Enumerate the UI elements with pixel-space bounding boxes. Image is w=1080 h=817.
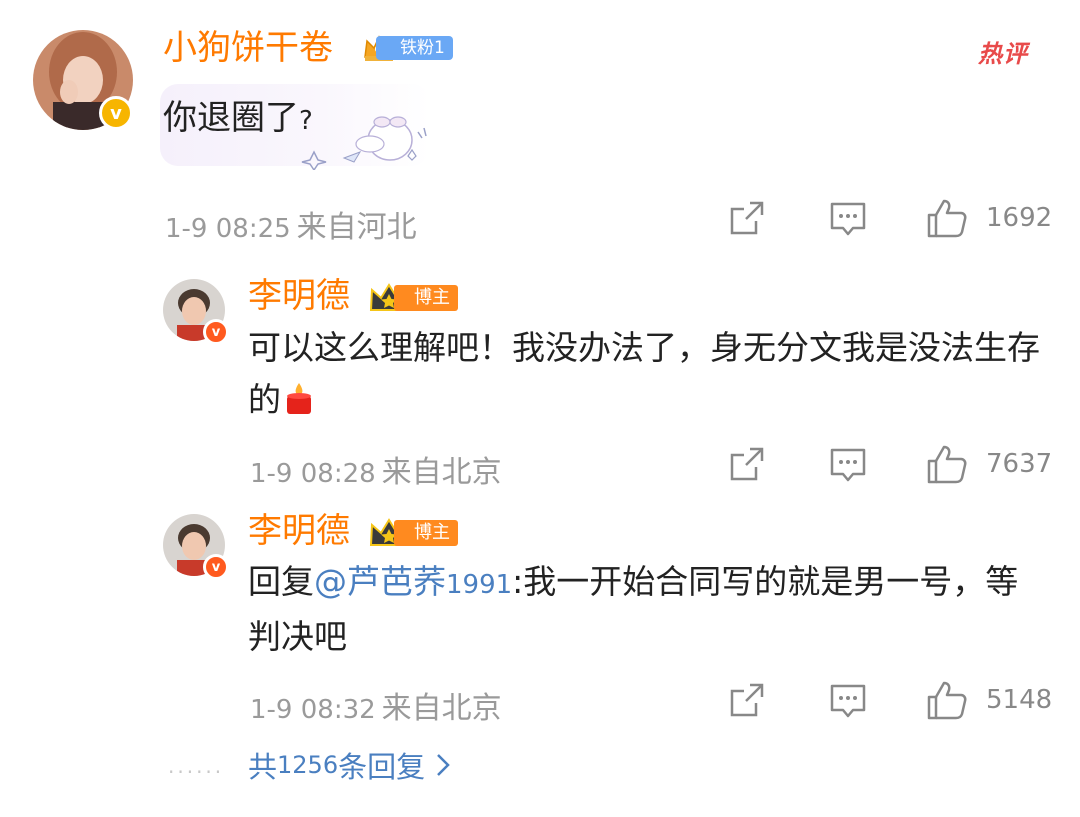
more-replies-divider: ......: [168, 754, 225, 778]
main-comment-like-count: 1692: [986, 203, 1053, 233]
reply-username[interactable]: 李明德: [248, 276, 350, 316]
blogger-badge: 博主: [368, 517, 458, 549]
thumbs-up-icon: [927, 199, 967, 238]
thumbs-up-icon: [927, 681, 967, 720]
reply-location: 来自北京: [381, 455, 502, 490]
share-icon: [730, 447, 764, 481]
blogger-badge-label: 博主: [394, 285, 458, 311]
reply-like-count: 5148: [986, 685, 1053, 715]
main-comment-avatar[interactable]: v: [33, 30, 133, 130]
reply-comment-button[interactable]: [829, 446, 867, 484]
main-comment-like-button[interactable]: 1692: [926, 197, 1052, 239]
more-replies-suffix: 条回复: [338, 750, 426, 784]
reply-share-button[interactable]: [728, 445, 766, 483]
fan-badge-label: 铁粉1: [376, 36, 453, 60]
reply-time: 1-9 08:32: [250, 695, 376, 725]
main-comment-location: 来自河北: [296, 210, 417, 245]
reply-prefix: 回复: [248, 562, 314, 601]
reply-like-button[interactable]: 7637: [926, 443, 1052, 485]
mention-name: @芦芭荞: [314, 562, 446, 601]
reply-like-count: 7637: [986, 449, 1053, 479]
more-replies-link[interactable]: 共 1256 条回复: [248, 744, 451, 786]
reply-meta: 1-9 08:32 来自北京: [250, 683, 502, 727]
reply-share-button[interactable]: [728, 681, 766, 719]
main-comment-share-button[interactable]: [728, 199, 766, 237]
blogger-badge-label: 博主: [394, 520, 458, 546]
more-replies-count: 1256: [277, 751, 339, 779]
verified-badge-icon: v: [203, 319, 229, 345]
reply-location: 来自北京: [381, 691, 502, 726]
main-comment-text-body: 你退圈了: [163, 98, 299, 138]
reply-meta: 1-9 08:28 来自北京: [250, 447, 502, 491]
main-comment-text: 你退圈了?: [163, 92, 313, 147]
reply-text: 回复@芦芭荞1991:我一开始合同写的就是男一号，等判决吧: [248, 556, 1048, 663]
reply-text: 可以这么理解吧！我没办法了，身无分文我是没法生存的: [248, 322, 1058, 426]
verified-badge-icon: v: [99, 96, 133, 130]
comment-icon: [830, 448, 866, 482]
reply-username[interactable]: 李明德: [248, 511, 350, 551]
main-comment-meta: 1-9 08:25 来自河北: [165, 202, 417, 246]
reply-text-body: 可以这么理解吧！我没办法了，身无分文我是没法生存的: [248, 328, 1040, 419]
chevron-right-icon: [437, 754, 450, 776]
candle-emoji-icon: [287, 383, 311, 414]
comment-icon: [830, 684, 866, 718]
share-icon: [730, 683, 764, 717]
mention-link[interactable]: @芦芭荞1991: [314, 562, 512, 601]
mention-number: 1991: [446, 570, 513, 600]
main-comment-username[interactable]: 小狗饼干卷: [163, 28, 333, 68]
comment-icon: [830, 202, 866, 236]
verified-badge-icon: v: [203, 554, 229, 580]
thumbs-up-icon: [927, 445, 967, 484]
share-icon: [730, 201, 764, 235]
reply-time: 1-9 08:28: [250, 459, 376, 489]
reply-avatar[interactable]: v: [163, 514, 229, 580]
main-comment-reply-button[interactable]: [829, 200, 867, 238]
reply-like-button[interactable]: 5148: [926, 679, 1052, 721]
fan-badge: 铁粉1: [362, 34, 453, 62]
reply-avatar[interactable]: v: [163, 279, 229, 345]
blogger-badge: 博主: [368, 282, 458, 314]
more-replies-prefix: 共: [248, 750, 278, 784]
bunny-sticker-icon: [301, 116, 427, 170]
hot-comment-tag: 热评: [978, 40, 1028, 68]
main-comment-time: 1-9 08:25: [165, 214, 291, 244]
reply-comment-button[interactable]: [829, 682, 867, 720]
